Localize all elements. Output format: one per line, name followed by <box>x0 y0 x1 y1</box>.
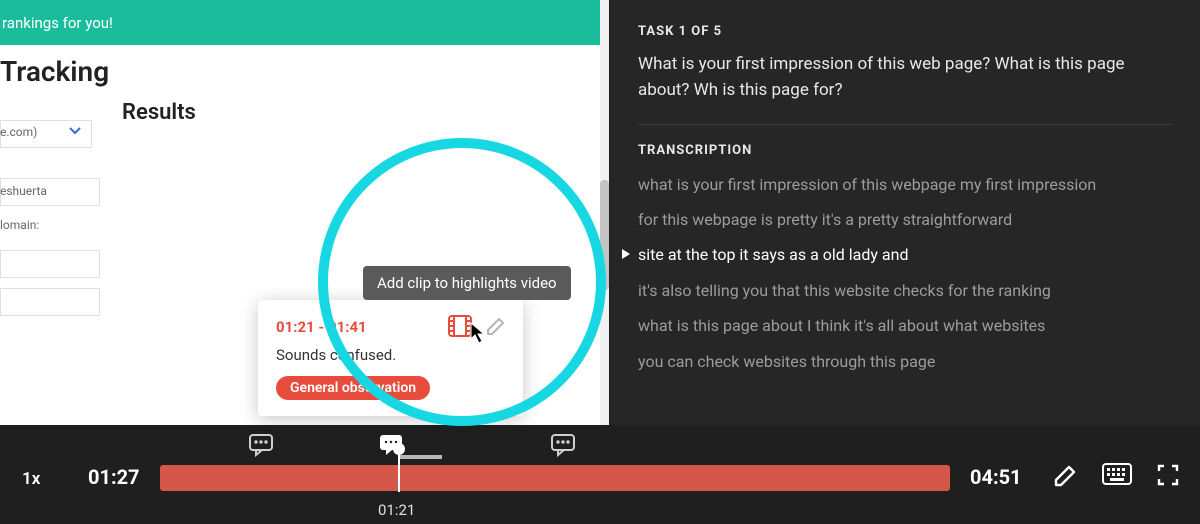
annotation-note: Sounds confused. <box>276 346 505 364</box>
edit-icon[interactable] <box>1052 463 1078 489</box>
field-label: e.com) <box>0 125 37 139</box>
promo-banner: rankings for you! <box>0 0 608 45</box>
buffered-segment <box>398 455 442 459</box>
transcription-list: what is your first impression of this we… <box>638 174 1172 373</box>
section-heading: Results <box>122 100 196 125</box>
transcription-heading: TRANSCRIPTION <box>638 143 1172 158</box>
divider <box>638 124 1172 125</box>
playback-speed-button[interactable]: 1x <box>22 469 40 489</box>
transcription-line[interactable]: site at the top it says as a old lady an… <box>638 244 1172 266</box>
scrollbar-thumb[interactable] <box>600 180 609 290</box>
annotation-marker-icon[interactable] <box>248 433 274 457</box>
annotation-marker-icon[interactable] <box>550 433 576 457</box>
field-label: lomain: <box>0 218 39 232</box>
transcription-line[interactable]: what is this page about I think it's all… <box>638 315 1172 337</box>
fullscreen-icon[interactable] <box>1156 463 1180 487</box>
add-clip-icon[interactable] <box>447 314 473 338</box>
input-field[interactable] <box>0 288 100 316</box>
edit-icon[interactable] <box>483 314 509 338</box>
task-panel: TASK 1 OF 5 What is your first impressio… <box>610 0 1200 425</box>
task-question: What is your first impression of this we… <box>638 51 1172 104</box>
playhead-handle[interactable] <box>393 443 405 455</box>
playhead-time-label: 01:21 <box>378 501 415 519</box>
duration: 04:51 <box>970 465 1022 489</box>
transcription-line[interactable]: for this webpage is pretty it's a pretty… <box>638 209 1172 231</box>
transcription-line[interactable]: it's also telling you that this website … <box>638 280 1172 302</box>
transcription-line[interactable]: what is your first impression of this we… <box>638 174 1172 196</box>
chevron-down-icon[interactable] <box>68 125 82 140</box>
input-field[interactable] <box>0 250 100 278</box>
player-bar: 1x 01:27 01:21 04:51 <box>0 425 1200 524</box>
page-heading: Tracking <box>0 55 109 88</box>
annotation-tag: General observation <box>276 376 430 400</box>
annotation-card: 01:21 - 01:41 Sounds confused. General o… <box>258 300 523 416</box>
field-label: eshuerta <box>0 184 47 198</box>
task-counter: TASK 1 OF 5 <box>638 24 1172 39</box>
transcription-line[interactable]: you can check websites through this page <box>638 351 1172 373</box>
current-time: 01:27 <box>88 465 140 489</box>
keyboard-icon[interactable] <box>1102 463 1132 485</box>
tooltip: Add clip to highlights video <box>363 266 571 300</box>
timeline-track[interactable] <box>160 465 950 491</box>
banner-text: rankings for you! <box>2 14 113 32</box>
